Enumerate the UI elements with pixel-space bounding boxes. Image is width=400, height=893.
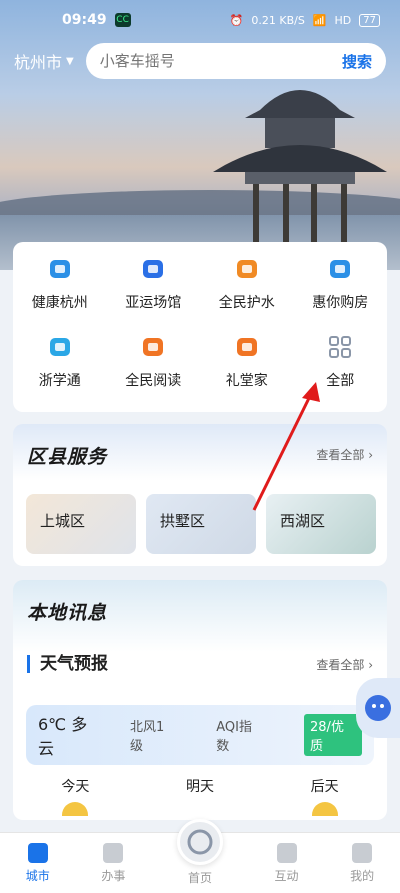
tab-label: 首页 [187,870,212,885]
chat-icon [276,842,297,863]
city-tab-icon [27,842,48,863]
tab-city[interactable]: 城市 [25,842,50,884]
tab-label: 互动 [274,868,299,883]
tab-mine[interactable]: 我的 [350,842,375,884]
clipboard-icon [103,842,124,863]
tab-label: 我的 [350,868,375,883]
tab-affairs[interactable]: 办事 [101,842,126,884]
tab-label: 办事 [101,868,126,883]
tab-home[interactable]: 首页 [176,818,223,886]
tab-interact[interactable]: 互动 [274,842,299,884]
annotation-arrow [252,382,320,511]
home-logo-icon [176,818,223,865]
user-icon [352,842,373,863]
bottom-tab-bar: 城市 办事 首页 互动 我的 [0,818,400,893]
tab-label: 城市 [25,868,50,883]
